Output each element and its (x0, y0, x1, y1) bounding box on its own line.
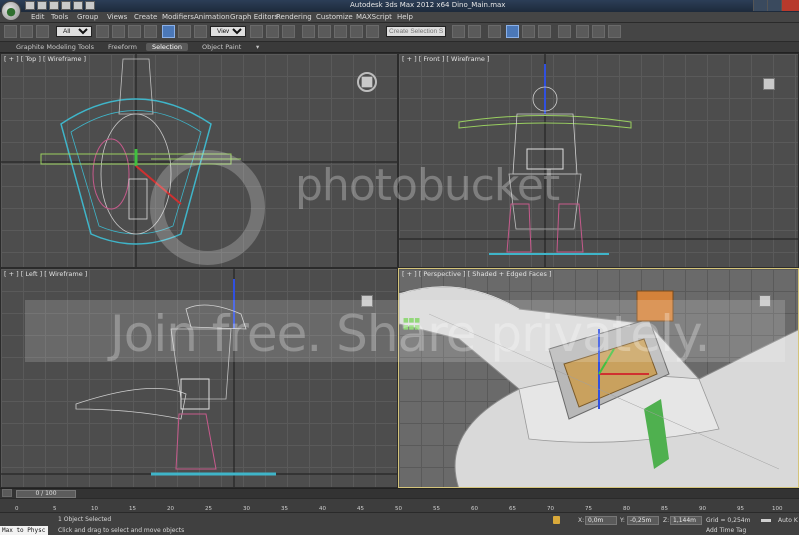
auto-key-button[interactable]: Auto K (778, 517, 798, 524)
graphite-toggle-icon[interactable] (506, 25, 519, 38)
snap-toggle-icon[interactable] (302, 25, 315, 38)
minimize-button[interactable] (753, 0, 767, 11)
maximize-button[interactable] (767, 0, 781, 11)
max-logo-icon: ● (6, 4, 16, 18)
bind-space-warp-icon[interactable] (36, 25, 49, 38)
selection-lock-icon[interactable] (553, 516, 560, 524)
undo-icon[interactable] (61, 1, 71, 10)
viewport-label-left[interactable]: [ + ] [ Left ] [ Wireframe ] (4, 270, 87, 278)
x-label: X: (578, 517, 585, 524)
menu-customize[interactable]: Customize (316, 13, 353, 21)
menu-tools[interactable]: Tools (51, 13, 68, 21)
add-time-tag-button[interactable]: Add Time Tag (706, 527, 746, 534)
mirror-icon[interactable] (452, 25, 465, 38)
keyboard-shortcut-override-icon[interactable] (282, 25, 295, 38)
viewcube-top[interactable] (357, 72, 377, 92)
reference-coordinate-dropdown[interactable]: View (210, 26, 246, 37)
viewport-label-top[interactable]: [ + ] [ Top ] [ Wireframe ] (4, 55, 86, 63)
menu-edit[interactable]: Edit (31, 13, 45, 21)
viewcube-cube-icon[interactable] (361, 76, 373, 88)
select-rotate-icon[interactable] (178, 25, 191, 38)
prompt-line: Click and drag to select and move object… (58, 527, 185, 534)
status-bar: Max to Physc 1 Object Selected Click and… (0, 512, 799, 535)
time-slider-bar: 0 / 100 (0, 488, 799, 498)
quick-access-toolbar (25, 1, 95, 10)
menu-bar: Edit Tools Group Views Create Modifiers … (0, 12, 799, 23)
unlink-icon[interactable] (20, 25, 33, 38)
open-file-icon[interactable] (37, 1, 47, 10)
set-key-icon[interactable] (761, 519, 771, 522)
z-label: Z: (663, 517, 670, 524)
select-object-icon[interactable] (96, 25, 109, 38)
redo-icon[interactable] (73, 1, 83, 10)
select-by-name-icon[interactable] (112, 25, 125, 38)
x-coordinate-field[interactable]: 0,0m (585, 516, 617, 525)
render-setup-icon[interactable] (576, 25, 589, 38)
tab-selection[interactable]: Selection (146, 43, 188, 51)
curve-editor-icon[interactable] (522, 25, 535, 38)
viewcube-cube-icon[interactable] (763, 78, 775, 90)
previous-frame-icon[interactable] (2, 489, 12, 497)
render-production-icon[interactable] (608, 25, 621, 38)
rectangular-selection-icon[interactable] (128, 25, 141, 38)
tab-object-paint[interactable]: Object Paint (202, 43, 241, 51)
pivot-center-icon[interactable] (250, 25, 263, 38)
menu-graph-editors[interactable]: Graph Editors (230, 13, 278, 21)
selection-filter-dropdown[interactable]: All (56, 26, 92, 37)
rendered-frame-window-icon[interactable] (592, 25, 605, 38)
y-coordinate-field[interactable]: -0,25m (627, 516, 659, 525)
menu-help[interactable]: Help (397, 13, 413, 21)
watermark-circle (150, 150, 265, 265)
selection-status: 1 Object Selected (58, 516, 112, 523)
save-file-icon[interactable] (49, 1, 59, 10)
material-editor-icon[interactable] (558, 25, 571, 38)
menu-rendering[interactable]: Rendering (276, 13, 312, 21)
grid-spacing: Grid = 0,254m (706, 517, 751, 524)
align-icon[interactable] (468, 25, 481, 38)
schematic-view-icon[interactable] (538, 25, 551, 38)
menu-views[interactable]: Views (107, 13, 127, 21)
named-selection-set-input[interactable] (386, 26, 446, 37)
maxscript-listener-input[interactable]: Max to Physc (0, 526, 48, 535)
window-crossing-icon[interactable] (144, 25, 157, 38)
menu-group[interactable]: Group (77, 13, 98, 21)
select-move-icon[interactable] (162, 25, 175, 38)
edit-named-selection-icon[interactable] (366, 25, 379, 38)
z-coordinate-field[interactable]: 1,144m (670, 516, 702, 525)
application-button[interactable]: ● (1, 1, 21, 21)
menu-maxscript[interactable]: MAXScript (356, 13, 392, 21)
project-folder-icon[interactable] (85, 1, 95, 10)
percent-snap-icon[interactable] (334, 25, 347, 38)
menu-modifiers[interactable]: Modifiers (162, 13, 194, 21)
menu-create[interactable]: Create (134, 13, 157, 21)
viewport-label-perspective[interactable]: [ + ] [ Perspective ] [ Shaded + Edged F… (402, 270, 552, 278)
window-title: Autodesk 3ds Max 2012 x64 Dino_Main.max (350, 1, 506, 9)
time-slider[interactable]: 0 / 100 (16, 490, 76, 498)
angle-snap-icon[interactable] (318, 25, 331, 38)
tab-graphite-modeling-tools[interactable]: Graphite Modeling Tools (16, 43, 94, 51)
main-toolbar: All View (0, 23, 799, 42)
tab-freeform[interactable]: Freeform (108, 43, 137, 51)
app-window: Autodesk 3ds Max 2012 x64 Dino_Main.max … (0, 0, 799, 535)
viewport-label-front[interactable]: [ + ] [ Front ] [ Wireframe ] (402, 55, 490, 63)
watermark-slogan: Join free. Share privately. (110, 305, 710, 363)
ribbon-options-icon[interactable]: ▾ (256, 43, 259, 51)
menu-animation[interactable]: Animation (194, 13, 230, 21)
ribbon-tabs: Graphite Modeling Tools Freeform Selecti… (0, 42, 799, 53)
title-bar: Autodesk 3ds Max 2012 x64 Dino_Main.max (0, 0, 799, 12)
window-controls (753, 0, 799, 11)
link-icon[interactable] (4, 25, 17, 38)
y-label: Y: (620, 517, 625, 524)
close-button[interactable] (781, 0, 799, 11)
layer-manager-icon[interactable] (488, 25, 501, 38)
select-scale-icon[interactable] (194, 25, 207, 38)
viewcube-front[interactable] (759, 74, 779, 94)
watermark-brand: photobucket (295, 160, 560, 211)
manipulate-icon[interactable] (266, 25, 279, 38)
spinner-snap-icon[interactable] (350, 25, 363, 38)
new-file-icon[interactable] (25, 1, 35, 10)
